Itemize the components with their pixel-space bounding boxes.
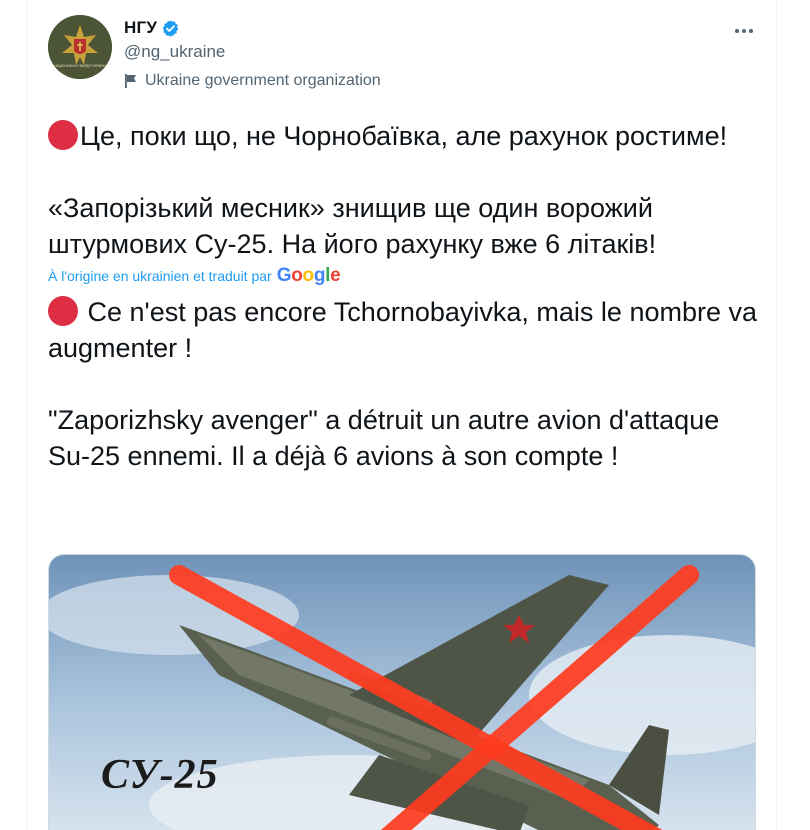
translated-paragraph: Ce n'est pas encore Tchornobayivka, mais… — [48, 294, 758, 366]
flag-icon — [124, 73, 138, 89]
translated-paragraph: "Zaporizhsky avenger" a détruit un autre… — [48, 405, 720, 471]
translation-attribution[interactable]: À l'origine en ukrainien et traduit par … — [48, 264, 758, 288]
tweet-original-text: Це, поки що, не Чорнобаївка, але рахунок… — [48, 118, 758, 262]
tweet-body: Це, поки що, не Чорнобаївка, але рахунок… — [48, 118, 758, 474]
tweet-translated-text: Ce n'est pas encore Tchornobayivka, mais… — [48, 294, 758, 474]
tweet-paragraph: Це, поки що, не Чорнобаївка, але рахунок… — [48, 118, 758, 154]
display-name[interactable]: НГУ — [124, 18, 157, 38]
translation-note: À l'origine en ukrainien et traduit par — [48, 268, 272, 284]
google-logo: Google — [276, 265, 341, 286]
more-dot — [749, 29, 753, 33]
timeline-border-left — [27, 0, 28, 830]
more-dot — [742, 29, 746, 33]
government-label: Ukraine government organization — [124, 72, 381, 90]
media-caption: СУ-25 — [101, 752, 219, 798]
more-dot — [735, 29, 739, 33]
translated-paragraph-text: Ce n'est pas encore Tchornobayivka, mais… — [48, 297, 758, 363]
tweet-header: НАЦІОНАЛЬНА ГВАРДІЯ УКРАЇНИ НГУ @ng_ukra… — [48, 12, 763, 102]
government-label-text: Ukraine government organization — [145, 72, 381, 89]
red-circle-icon — [48, 296, 78, 326]
verified-badge-icon — [161, 19, 180, 38]
national-guard-emblem-icon: НАЦІОНАЛЬНА ГВАРДІЯ УКРАЇНИ — [48, 15, 112, 79]
more-button[interactable] — [729, 16, 759, 46]
red-circle-icon — [48, 120, 78, 150]
avatar-caption: НАЦІОНАЛЬНА ГВАРДІЯ УКРАЇНИ — [54, 64, 106, 68]
timeline-border-right — [776, 0, 777, 830]
avatar[interactable]: НАЦІОНАЛЬНА ГВАРДІЯ УКРАЇНИ — [48, 15, 112, 79]
tweet-paragraph-text: Це, поки що, не Чорнобаївка, але рахунок… — [80, 121, 728, 151]
tweet-paragraph: «Запорізький месник» знищив ще один воро… — [48, 193, 657, 259]
tweet-media-image[interactable]: СУ-25 — [48, 554, 756, 830]
name-row: НГУ — [124, 17, 180, 39]
handle[interactable]: @ng_ukraine — [124, 42, 225, 62]
